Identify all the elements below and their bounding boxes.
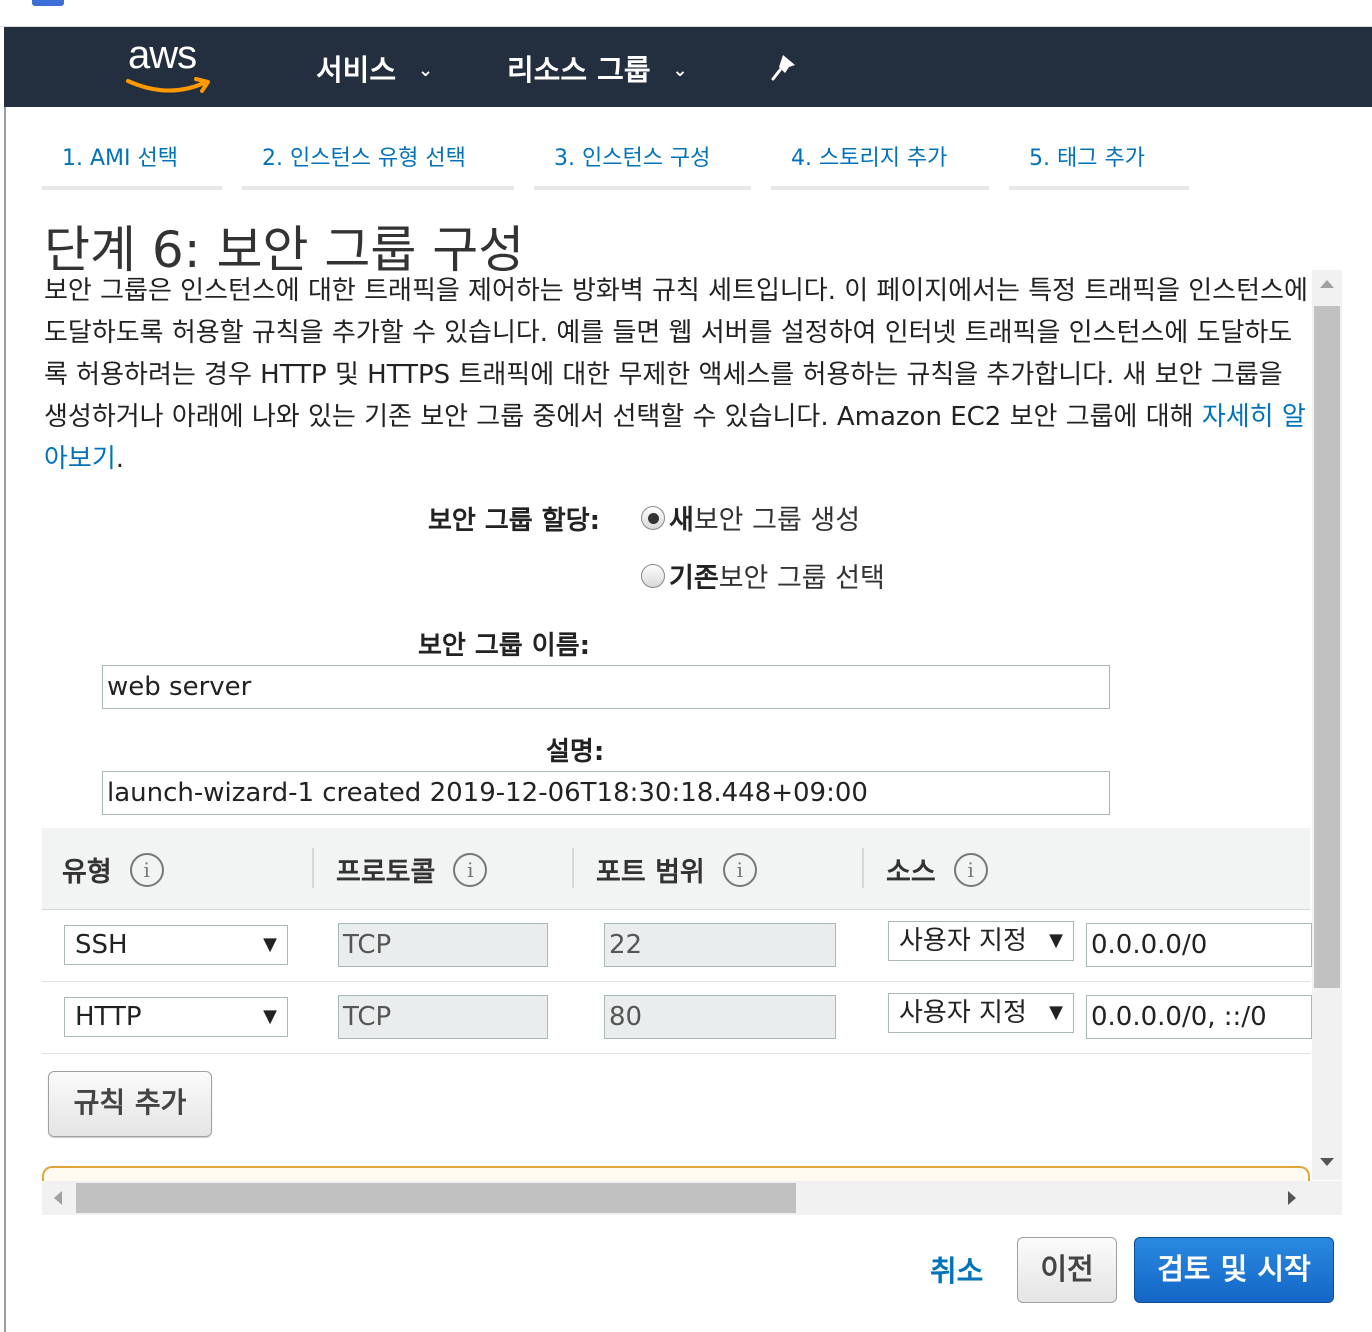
radio-create-new-bold: 새 — [669, 505, 694, 536]
browser-tab-chip — [32, 0, 64, 6]
previous-button[interactable]: 이전 — [1017, 1237, 1117, 1303]
radio-unchecked-icon[interactable] — [641, 563, 665, 588]
review-and-launch-button[interactable]: 검토 및 시작 — [1134, 1237, 1334, 1303]
horizontal-scroll-thumb[interactable] — [76, 1183, 796, 1213]
table-row: SSH ▼ TCP 22 사용자 지정 ▼ 0.0.0.0/0 — [42, 910, 1312, 982]
header-protocol: 프로토콜 i — [336, 850, 488, 889]
step-tab-instance-type[interactable]: 2. 인스턴스 유형 선택 — [242, 130, 514, 190]
dropdown-arrow-icon: ▼ — [263, 1006, 277, 1027]
port-range-field: 80 — [604, 995, 836, 1039]
browser-top-strip — [0, 0, 1372, 27]
aws-navbar: aws 서비스 ⌄ 리소스 그룹 ⌄ — [4, 27, 1372, 107]
step-tab-add-tags[interactable]: 5. 태그 추가 — [1009, 130, 1189, 190]
header-divider — [572, 848, 574, 888]
header-type: 유형 i — [62, 850, 164, 889]
header-divider — [312, 848, 314, 888]
protocol-field: TCP — [338, 995, 548, 1039]
type-select-value: SSH — [75, 930, 128, 960]
cancel-button[interactable]: 취소 — [930, 1248, 983, 1290]
add-rule-button[interactable]: 규칙 추가 — [48, 1071, 212, 1137]
security-group-name-label: 보안 그룹 이름: — [418, 631, 591, 661]
header-divider — [862, 848, 864, 888]
source-select-value: 사용자 지정 — [899, 926, 1027, 956]
pin-icon[interactable] — [769, 53, 799, 83]
source-select[interactable]: 사용자 지정 ▼ — [888, 921, 1074, 961]
aws-logo[interactable]: aws — [124, 33, 219, 97]
vertical-scroll-thumb[interactable] — [1314, 306, 1340, 988]
header-port-range-label: 포트 범위 — [596, 857, 705, 888]
source-cidr-input[interactable]: 0.0.0.0/0, ::/0 — [1086, 995, 1312, 1039]
info-icon[interactable]: i — [129, 852, 164, 887]
source-cidr-input[interactable]: 0.0.0.0/0 — [1086, 923, 1312, 967]
type-select[interactable]: SSH ▼ — [64, 925, 288, 965]
description-period: . — [115, 444, 125, 474]
security-group-name-input[interactable]: web server — [102, 665, 1110, 709]
scroll-left-arrow-icon[interactable] — [54, 1191, 62, 1205]
scroll-right-arrow-icon[interactable] — [1288, 1191, 1296, 1205]
source-select[interactable]: 사용자 지정 ▼ — [888, 993, 1074, 1033]
dropdown-arrow-icon: ▼ — [263, 934, 277, 955]
rules-table-header: 유형 i 프로토콜 i 포트 범위 i 소스 i — [42, 828, 1310, 910]
aws-smile-icon — [126, 77, 210, 93]
scrollbar-corner — [1310, 1181, 1342, 1215]
radio-create-new[interactable]: 새 보안 그룹 생성 — [641, 498, 860, 537]
services-menu-label: 서비스 — [316, 53, 397, 87]
step-tab-ami[interactable]: 1. AMI 선택 — [42, 130, 222, 190]
protocol-field: TCP — [338, 923, 548, 967]
radio-select-existing[interactable]: 기존 보안 그룹 선택 — [641, 556, 885, 595]
aws-logo-text: aws — [128, 33, 197, 77]
table-row: HTTP ▼ TCP 80 사용자 지정 ▼ 0.0.0.0/0, ::/0 — [42, 982, 1312, 1054]
page-description: 보안 그룹은 인스턴스에 대한 트래픽을 제어하는 방화벽 규칙 세트입니다. … — [44, 270, 1308, 480]
description-input[interactable]: launch-wizard-1 created 2019-12-06T18:30… — [102, 771, 1110, 815]
type-select-value: HTTP — [75, 1002, 142, 1032]
description-label: 설명: — [546, 737, 605, 767]
header-protocol-label: 프로토콜 — [336, 857, 436, 888]
window-frame-left — [4, 107, 6, 1332]
scroll-down-arrow-icon[interactable] — [1320, 1158, 1334, 1166]
step-tab-add-storage[interactable]: 4. 스토리지 추가 — [771, 130, 989, 190]
dropdown-arrow-icon: ▼ — [1049, 1002, 1063, 1023]
horizontal-scrollbar[interactable] — [42, 1181, 1310, 1215]
chevron-down-icon: ⌄ — [672, 59, 688, 81]
resource-groups-menu-label: 리소스 그룹 — [507, 53, 651, 87]
header-source-label: 소스 — [886, 857, 936, 888]
header-type-label: 유형 — [62, 857, 112, 888]
info-icon[interactable]: i — [722, 852, 757, 887]
info-icon[interactable]: i — [953, 852, 988, 887]
type-select[interactable]: HTTP ▼ — [64, 997, 288, 1037]
header-port-range: 포트 범위 i — [596, 850, 757, 889]
scroll-up-arrow-icon[interactable] — [1320, 280, 1334, 288]
radio-select-existing-label: 보안 그룹 선택 — [718, 563, 885, 594]
step-tab-configure-instance[interactable]: 3. 인스턴스 구성 — [534, 130, 751, 190]
header-source: 소스 i — [886, 850, 988, 889]
chevron-down-icon: ⌄ — [418, 59, 434, 81]
port-range-field: 22 — [604, 923, 836, 967]
assign-security-group-label: 보안 그룹 할당: — [428, 506, 601, 536]
description-text: 보안 그룹은 인스턴스에 대한 트래픽을 제어하는 방화벽 규칙 세트입니다. … — [44, 276, 1308, 432]
services-menu[interactable]: 서비스 ⌄ — [316, 47, 433, 89]
radio-create-new-label: 보안 그룹 생성 — [693, 505, 861, 536]
radio-checked-icon[interactable] — [641, 505, 665, 530]
radio-select-existing-bold: 기존 — [669, 563, 719, 594]
source-select-value: 사용자 지정 — [899, 998, 1027, 1028]
info-icon[interactable]: i — [453, 852, 488, 887]
dropdown-arrow-icon: ▼ — [1049, 930, 1063, 951]
vertical-scrollbar[interactable] — [1312, 270, 1342, 1180]
resource-groups-menu[interactable]: 리소스 그룹 ⌄ — [507, 47, 688, 89]
